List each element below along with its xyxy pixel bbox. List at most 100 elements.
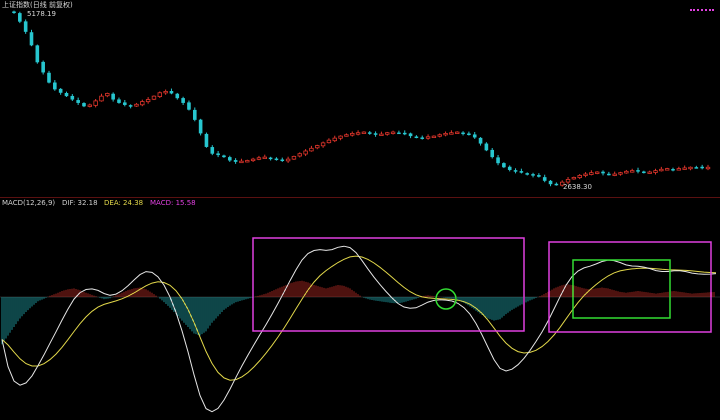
macd-indicator-chart[interactable] <box>0 208 720 420</box>
candle-down <box>23 21 28 32</box>
candle-up <box>262 156 267 160</box>
candle-up <box>390 131 396 134</box>
candle-down <box>111 93 115 100</box>
candle-down <box>70 95 75 100</box>
candle-up <box>291 156 297 160</box>
candle-up <box>245 160 250 163</box>
candle-up <box>449 132 454 135</box>
candle-down <box>408 133 413 137</box>
candle-down <box>18 13 22 22</box>
candle-up <box>361 131 367 134</box>
candle-down <box>700 166 704 169</box>
candle-up <box>157 92 162 97</box>
candle-down <box>233 160 238 162</box>
candle-down <box>76 100 80 103</box>
candle-up <box>326 139 332 144</box>
candle-up <box>705 166 711 170</box>
candle-up <box>583 173 588 176</box>
candle-down <box>12 11 16 13</box>
candle-up <box>163 91 168 94</box>
candle-down <box>64 92 69 97</box>
candle-down <box>210 147 215 154</box>
candle-down <box>402 132 407 135</box>
candle-up <box>565 179 571 183</box>
candle-down <box>198 119 203 134</box>
candle-down <box>187 102 191 110</box>
macd-params-label: MACD(12,26,9) <box>2 199 56 207</box>
candle-down <box>694 167 699 169</box>
candle-up <box>664 168 670 171</box>
candle-up <box>134 103 139 107</box>
candle-down <box>397 132 401 135</box>
candle-down <box>507 166 512 170</box>
candle-down <box>496 157 500 164</box>
candle-up <box>297 153 302 157</box>
candle-down <box>461 132 465 135</box>
candle-up <box>145 99 151 103</box>
panel-separator <box>0 197 720 198</box>
candle-down <box>537 175 541 177</box>
candle-down <box>642 171 646 174</box>
candle-up <box>659 168 664 172</box>
dif-line <box>1 245 717 413</box>
candle-up <box>250 158 256 162</box>
price-candlestick-chart[interactable] <box>0 0 720 198</box>
candle-down <box>47 72 51 83</box>
candle-up <box>151 95 157 100</box>
candle-down <box>35 45 40 63</box>
candle-down <box>607 173 611 176</box>
candle-up <box>676 168 682 171</box>
candle-down <box>542 177 547 181</box>
candle-down <box>525 173 530 175</box>
candle-down <box>531 174 535 176</box>
candle-down <box>502 163 506 168</box>
candle-down <box>274 158 279 161</box>
candle-down <box>548 180 553 185</box>
candle-up <box>385 132 390 135</box>
candle-down <box>216 153 220 156</box>
candle-up <box>571 177 577 180</box>
candle-up <box>618 172 623 175</box>
candle-up <box>589 172 594 175</box>
candle-down <box>227 157 232 161</box>
candle-down <box>82 103 86 107</box>
candle-up <box>355 132 361 135</box>
candle-down <box>420 137 425 139</box>
candle-down <box>204 133 209 147</box>
candle-up <box>87 104 93 107</box>
candle-down <box>222 155 226 158</box>
candle-up <box>425 136 431 139</box>
candle-down <box>490 149 495 158</box>
candle-up <box>437 134 442 137</box>
candle-up <box>344 134 349 137</box>
candle-up <box>431 135 437 139</box>
candle-up <box>303 150 308 155</box>
candle-down <box>519 171 524 173</box>
candle-down <box>554 183 559 186</box>
dotted-legend-marker <box>690 9 714 11</box>
candle-up <box>647 171 652 174</box>
candle-down <box>478 137 483 144</box>
candle-up <box>577 174 582 179</box>
candle-down <box>513 170 518 172</box>
candle-up <box>315 145 320 149</box>
candle-up <box>443 132 448 136</box>
candle-up <box>256 157 262 160</box>
candle-up <box>682 167 687 170</box>
candle-down <box>636 170 640 172</box>
candle-up <box>93 100 98 106</box>
candle-down <box>41 61 45 73</box>
candle-down <box>601 171 605 174</box>
candle-up <box>309 147 314 152</box>
candle-up <box>239 160 244 164</box>
candle-up <box>350 132 355 136</box>
candle-down <box>268 157 273 160</box>
candle-down <box>29 32 34 46</box>
candle-down <box>414 136 419 139</box>
candle-down <box>192 109 197 120</box>
candle-down <box>175 93 180 99</box>
candle-down <box>467 133 471 136</box>
candle-down <box>671 169 675 171</box>
low-value-label: 2638.30 <box>563 183 592 191</box>
candle-down <box>53 82 57 90</box>
